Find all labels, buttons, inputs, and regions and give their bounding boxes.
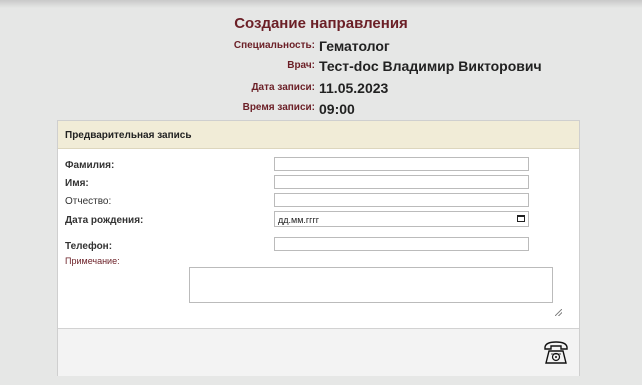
- birthdate-input[interactable]: дд.мм.гггг: [274, 211, 529, 227]
- surname-input[interactable]: [274, 157, 529, 171]
- phone-input[interactable]: [274, 237, 529, 251]
- surname-label: Фамилия:: [65, 160, 115, 171]
- form-header-title: Предварительная запись: [65, 130, 192, 141]
- note-textarea[interactable]: [189, 267, 553, 303]
- appointment-form-panel: Предварительная запись Фамилия: Имя: Отч…: [57, 120, 580, 376]
- time-value: 09:00: [319, 101, 355, 117]
- birthdate-label: Дата рождения:: [65, 215, 144, 226]
- form-footer: [58, 328, 579, 376]
- doctor-value: Тест-doc Владимир Викторович: [319, 58, 542, 74]
- top-bar: [0, 0, 642, 8]
- doctor-label: Врач:: [287, 60, 315, 71]
- date-value: 11.05.2023: [319, 80, 389, 96]
- time-label: Время записи:: [242, 102, 315, 113]
- telephone-icon[interactable]: [542, 340, 570, 366]
- specialty-label: Специальность:: [233, 40, 315, 51]
- form-header: Предварительная запись: [58, 121, 579, 149]
- note-label: Примечание:: [65, 256, 120, 266]
- name-input[interactable]: [274, 175, 529, 189]
- resize-grip-icon[interactable]: [555, 309, 562, 316]
- name-label: Имя:: [65, 178, 89, 189]
- specialty-value: Гематолог: [319, 38, 390, 54]
- page-title: Создание направления: [234, 15, 408, 32]
- patronymic-label: Отчество:: [65, 196, 112, 207]
- date-label: Дата записи:: [251, 82, 315, 93]
- patronymic-input[interactable]: [274, 193, 529, 207]
- birthdate-placeholder: дд.мм.гггг: [278, 215, 320, 225]
- phone-label: Телефон:: [65, 241, 113, 252]
- calendar-icon[interactable]: [517, 215, 525, 222]
